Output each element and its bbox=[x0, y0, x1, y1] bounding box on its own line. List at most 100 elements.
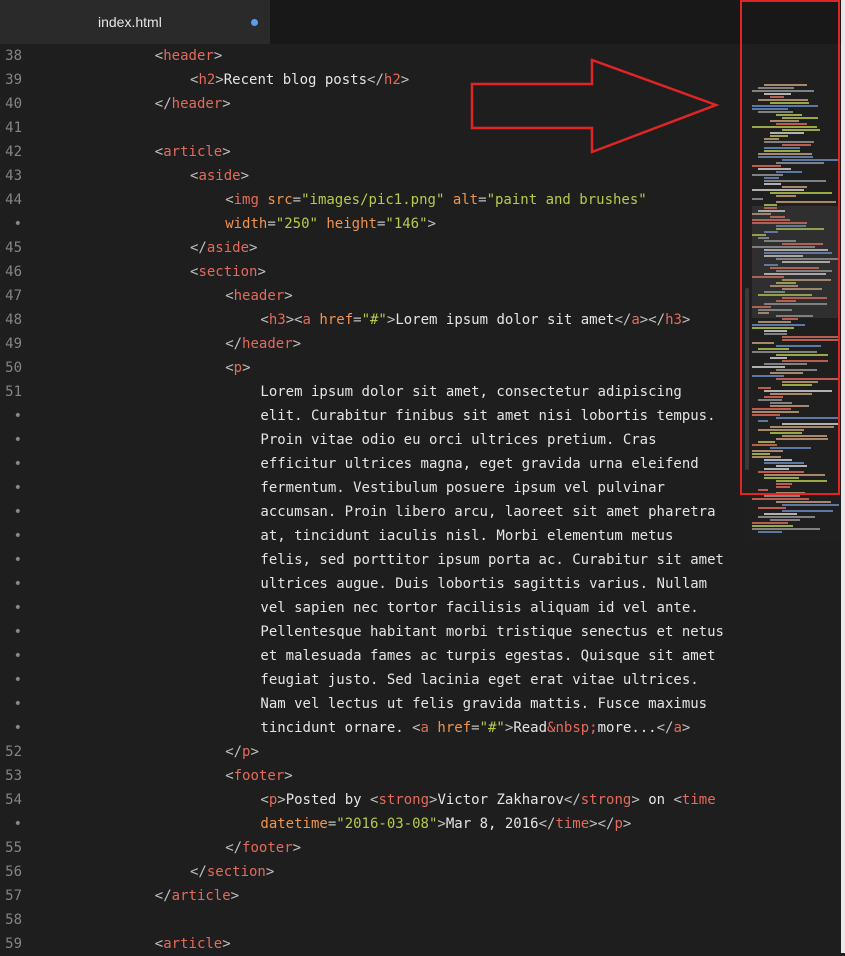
code-line[interactable]: 56 </section> bbox=[0, 860, 745, 884]
code-token: = bbox=[327, 816, 337, 832]
window-edge bbox=[841, 0, 845, 953]
code-token: felis, sed porttitor ipsum porta ac. Cur… bbox=[260, 552, 724, 568]
code-line[interactable]: • feugiat justo. Sed lacinia eget erat vi… bbox=[0, 668, 745, 692]
code-line[interactable]: • et malesuada fames ac turpis egestas. Q… bbox=[0, 644, 745, 668]
line-number: 56 bbox=[5, 864, 22, 880]
line-number: 40 bbox=[5, 96, 22, 112]
code-line[interactable]: 58 bbox=[0, 908, 745, 932]
tab-index-html[interactable]: index.html bbox=[0, 0, 270, 44]
code-token: href bbox=[437, 720, 472, 736]
code-token: "#" bbox=[361, 312, 387, 328]
line-number: 43 bbox=[5, 168, 22, 184]
code-token: Lorem ipsum dolor sit amet, consectetur … bbox=[260, 384, 682, 400]
minimap-line bbox=[758, 531, 782, 533]
code-line[interactable]: 55 </footer> bbox=[0, 836, 745, 860]
code-token: > bbox=[249, 240, 258, 256]
code-token: h3 bbox=[268, 312, 286, 328]
code-token: h3 bbox=[665, 312, 682, 328]
code-line[interactable]: • efficitur ultrices magna, eget gravida … bbox=[0, 452, 745, 476]
code-token: p bbox=[268, 792, 278, 808]
code-text: </article> bbox=[155, 884, 239, 908]
code-token: < bbox=[154, 144, 164, 160]
code-line[interactable]: 47 <header> bbox=[0, 284, 745, 308]
line-number: • bbox=[13, 576, 22, 592]
code-text: </header> bbox=[225, 332, 301, 356]
code-line[interactable]: 45 </aside> bbox=[0, 236, 745, 260]
code-text: tincidunt ornare. <a href="#">Read&nbsp;… bbox=[260, 716, 690, 740]
line-number: 39 bbox=[5, 72, 22, 88]
code-token: > bbox=[250, 744, 259, 760]
code-token: article bbox=[163, 936, 223, 952]
code-line[interactable]: 43 <aside> bbox=[0, 164, 745, 188]
code-text: efficitur ultrices magna, eget gravida u… bbox=[260, 452, 698, 476]
code-token: ></ bbox=[589, 816, 615, 832]
code-line[interactable]: • elit. Curabitur finibus sit amet nisi l… bbox=[0, 404, 745, 428]
code-line[interactable]: • Nam vel lectus ut felis gravida mattis.… bbox=[0, 692, 745, 716]
code-line[interactable]: • Pellentesque habitant morbi tristique s… bbox=[0, 620, 745, 644]
code-token: &nbsp; bbox=[547, 720, 598, 736]
code-line[interactable]: 52 </p> bbox=[0, 740, 745, 764]
code-text: <header> bbox=[225, 284, 292, 308]
code-text: <header> bbox=[155, 44, 222, 68]
code-token: efficitur ultrices magna, eget gravida u… bbox=[260, 456, 699, 472]
code-token: vel sapien nec tortor facilisis aliquam … bbox=[260, 600, 699, 616]
code-line[interactable]: 53 <footer> bbox=[0, 764, 745, 788]
code-line[interactable]: • fermentum. Vestibulum posuere ipsum vel… bbox=[0, 476, 745, 500]
code-token: "images/pic1.png" bbox=[301, 192, 445, 208]
code-token: </ bbox=[225, 840, 243, 856]
line-number: 45 bbox=[5, 240, 22, 256]
code-token: > bbox=[257, 264, 266, 280]
code-token: header bbox=[233, 288, 285, 304]
code-line[interactable]: 49 </header> bbox=[0, 332, 745, 356]
code-token: alt bbox=[452, 192, 479, 208]
code-token: </ bbox=[538, 816, 556, 832]
code-token: "146" bbox=[385, 216, 428, 232]
line-number: • bbox=[13, 480, 22, 496]
code-editor[interactable]: 38 <header> 39 <h2>Recent blog posts</h2> 40… bbox=[0, 44, 845, 953]
code-line[interactable]: • Proin vitae odio eu orci ultrices preti… bbox=[0, 428, 745, 452]
code-text: </p> bbox=[225, 740, 259, 764]
code-line[interactable]: • ultrices augue. Duis lobortis sagittis … bbox=[0, 572, 745, 596]
code-token: > bbox=[622, 816, 632, 832]
minimap-line bbox=[752, 498, 809, 500]
code-line[interactable]: • felis, sed porttitor ipsum porta ac. Cu… bbox=[0, 548, 745, 572]
code-text: at, tincidunt iaculis nisl. Morbi elemen… bbox=[260, 524, 673, 548]
code-line[interactable]: 59 <article> bbox=[0, 932, 745, 956]
code-token: < bbox=[412, 720, 421, 736]
code-token: Posted by bbox=[285, 792, 370, 808]
code-token: datetime bbox=[260, 816, 328, 832]
tab-bar: index.html bbox=[0, 0, 845, 44]
code-line[interactable]: 46 <section> bbox=[0, 260, 745, 284]
code-line[interactable]: • accumsan. Proin libero arcu, laoreet si… bbox=[0, 500, 745, 524]
code-line[interactable]: • at, tincidunt iaculis nisl. Morbi eleme… bbox=[0, 524, 745, 548]
code-line[interactable]: 57 </article> bbox=[0, 884, 745, 908]
code-token: Pellentesque habitant morbi tristique se… bbox=[260, 624, 724, 640]
code-line[interactable]: 54 <p>Posted by <strong>Victor Zakharov</… bbox=[0, 788, 745, 812]
code-token: </ bbox=[614, 312, 632, 328]
code-token: > bbox=[277, 792, 286, 808]
line-number: • bbox=[13, 216, 22, 232]
code-line[interactable]: • datetime="2016-03-08">Mar 8, 2016</time… bbox=[0, 812, 745, 836]
code-line[interactable]: 50 <p> bbox=[0, 356, 745, 380]
minimap-line bbox=[764, 495, 800, 497]
code-line[interactable]: 51 Lorem ipsum dolor sit amet, consectetu… bbox=[0, 380, 745, 404]
code-token: aside bbox=[198, 168, 241, 184]
code-line[interactable]: 48 <h3><a href="#">Lorem ipsum dolor sit … bbox=[0, 308, 745, 332]
code-token: > bbox=[215, 72, 224, 88]
code-line[interactable]: • width="250" height="146"> bbox=[0, 212, 745, 236]
line-number: • bbox=[13, 648, 22, 664]
code-text: <p>Posted by <strong>Victor Zakharov</st… bbox=[260, 788, 715, 812]
code-line[interactable]: 44 <img src="images/pic1.png" alt="paint … bbox=[0, 188, 745, 212]
code-line[interactable]: • tincidunt ornare. <a href="#">Read&nbsp… bbox=[0, 716, 745, 740]
code-token: < bbox=[154, 48, 164, 64]
line-number: 55 bbox=[5, 840, 22, 856]
minimap-line bbox=[752, 525, 793, 527]
code-text: </header> bbox=[155, 92, 231, 116]
code-line[interactable]: • vel sapien nec tortor facilisis aliquam… bbox=[0, 596, 745, 620]
code-token: </ bbox=[225, 744, 243, 760]
code-token: > bbox=[681, 720, 691, 736]
code-token: a bbox=[420, 720, 429, 736]
line-number: 47 bbox=[5, 288, 22, 304]
line-number: 49 bbox=[5, 336, 22, 352]
code-token: a bbox=[673, 720, 682, 736]
